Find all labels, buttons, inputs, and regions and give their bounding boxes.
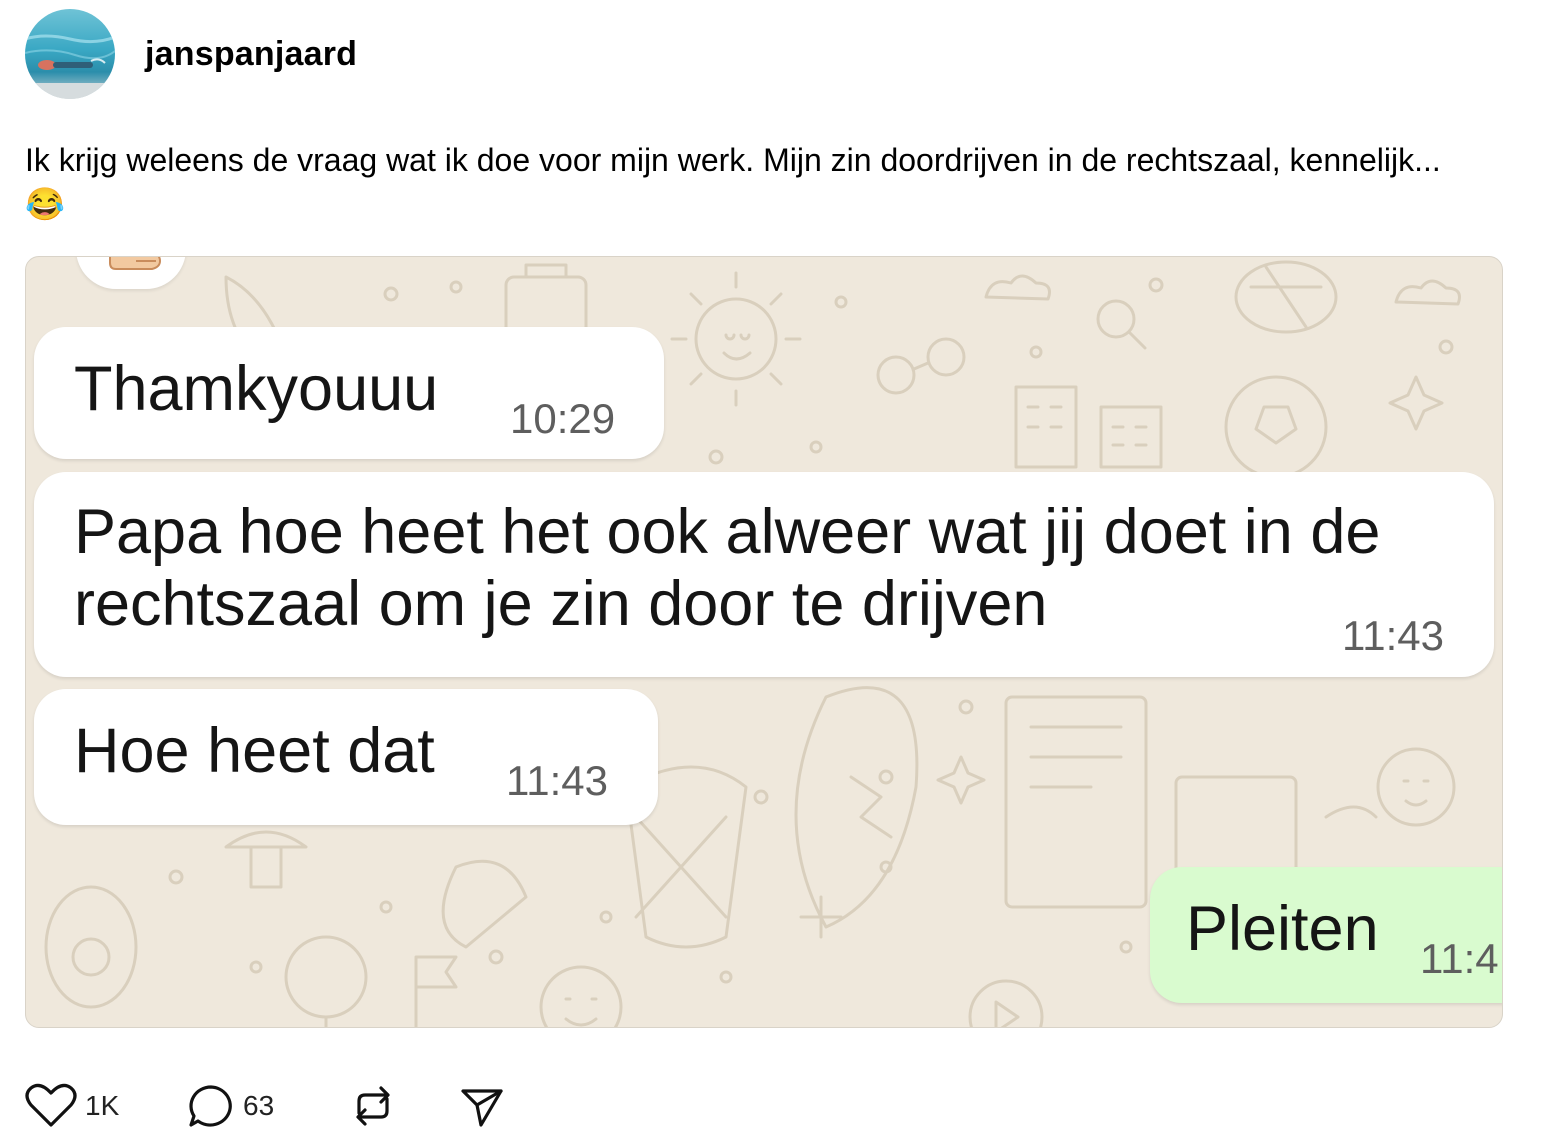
post-caption: Ik krijg weleens de vraag wat ik doe voo… (25, 138, 1475, 226)
repost-icon (356, 1086, 390, 1126)
like-button[interactable]: 1K (25, 1083, 187, 1129)
message-text-line-2: rechtszaal om je zin door te drijven (74, 569, 1048, 639)
message-bubble-incoming[interactable]: Thamkyouuu 10:29 (34, 327, 664, 459)
caption-text: Ik krijg weleens de vraag wat ik doe voo… (25, 142, 1441, 222)
post-header: janspanjaard (25, 8, 357, 100)
message-bubble-outgoing[interactable]: Pleiten 11:4 (1150, 867, 1502, 1003)
message-time: 11:43 (506, 757, 608, 804)
share-button[interactable] (457, 1083, 505, 1129)
message-bubble-incoming[interactable]: Hoe heet dat 11:43 (34, 689, 658, 825)
message-time: 11:43 (1342, 612, 1444, 659)
message-time: 11:4 (1420, 935, 1499, 982)
reply-button[interactable]: 63 (187, 1083, 349, 1129)
reply-count: 63 (243, 1090, 275, 1121)
message-bubble-incoming[interactable]: Papa hoe heet het ook alweer wat jij doe… (34, 472, 1494, 677)
chat-screenshot[interactable]: Thamkyouuu 10:29 Papa hoe heet het ook a… (25, 256, 1503, 1028)
reaction-bubble (76, 257, 186, 289)
message-time: 10:29 (510, 395, 616, 442)
heart-icon (25, 1083, 77, 1127)
message-text: Pleiten (1186, 894, 1379, 964)
message-text: Hoe heet dat (74, 716, 435, 786)
message-text: Thamkyouuu (74, 354, 439, 424)
swimmer-photo-avatar (25, 34, 115, 99)
username[interactable]: janspanjaard (145, 35, 357, 74)
thumbs-emoji-icon (109, 257, 162, 270)
avatar[interactable] (25, 9, 115, 99)
post-actions: 1K 63 (25, 1082, 505, 1130)
comment-icon (189, 1085, 232, 1127)
share-icon (461, 1089, 503, 1127)
like-count: 1K (85, 1090, 120, 1121)
repost-button[interactable] (349, 1083, 457, 1129)
message-text-line-1: Papa hoe heet het ook alweer wat jij doe… (74, 497, 1381, 567)
